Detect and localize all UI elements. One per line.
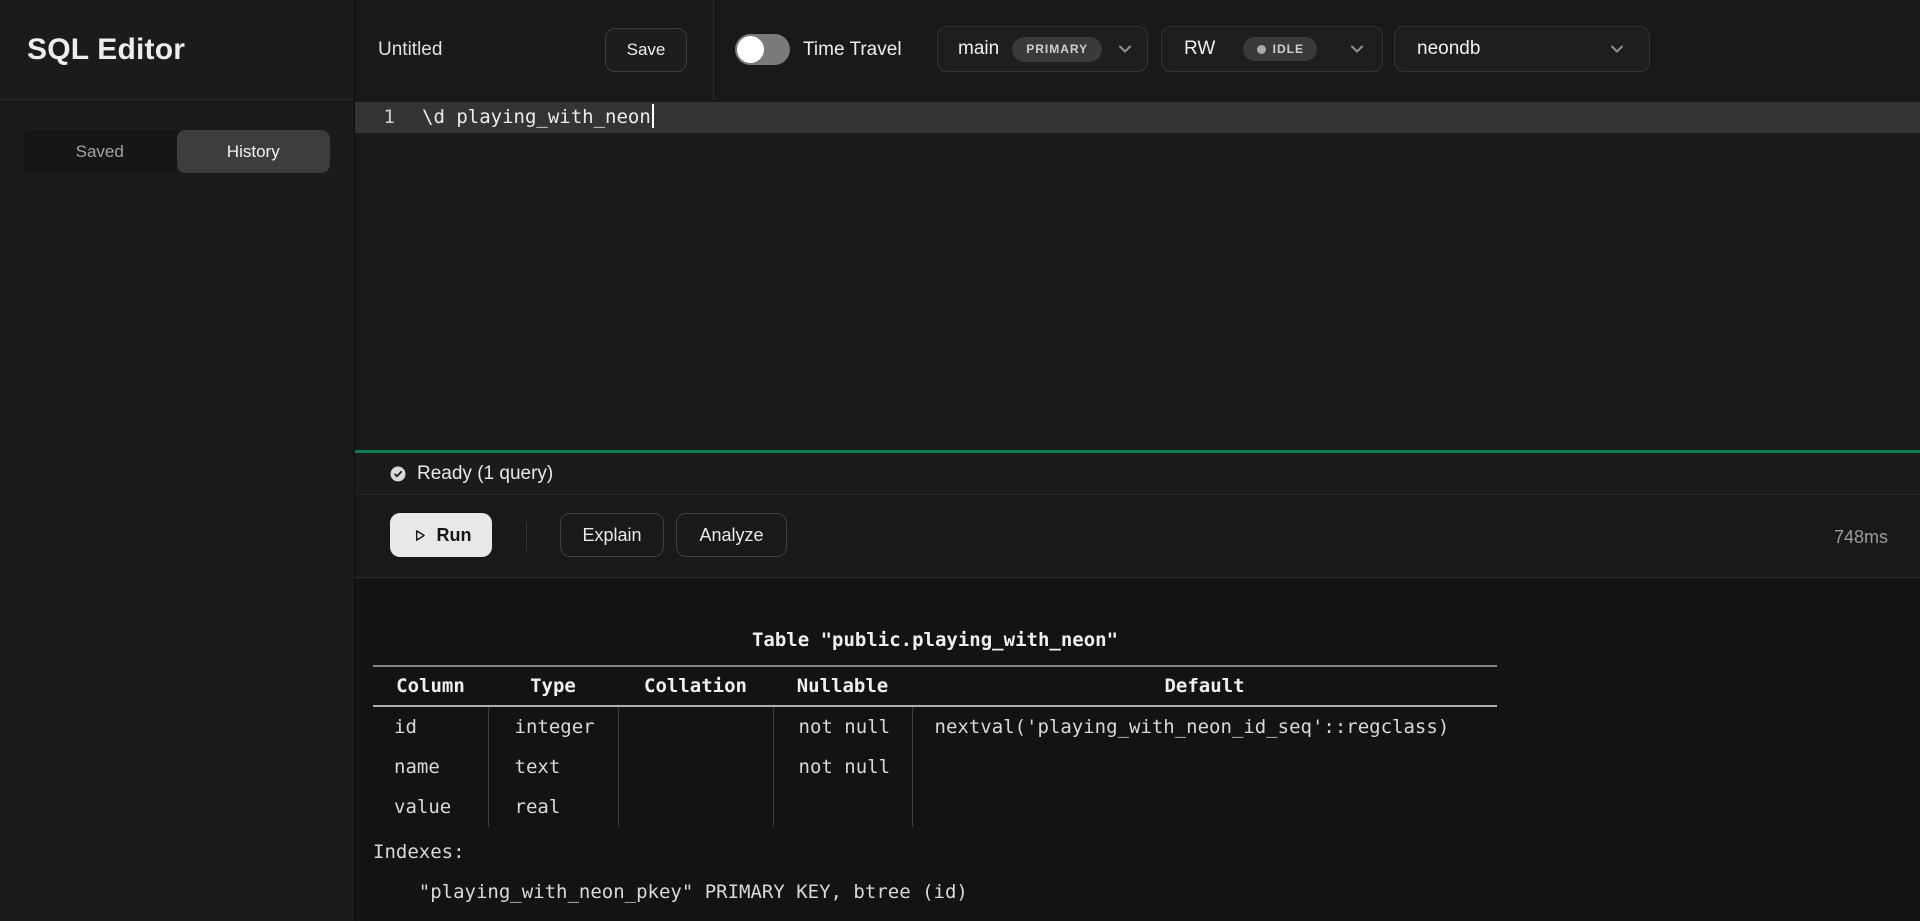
results-body: idinteger not nullnextval('playing_with_n… [373, 706, 1497, 827]
code-editor[interactable]: 1 \d playing_with_neon [355, 100, 1920, 450]
actions-toolbar: Run Explain Analyze 748ms [355, 496, 1920, 578]
text-cursor [652, 104, 654, 128]
run-label: Run [437, 525, 472, 546]
sidebar-header: SQL Editor [0, 0, 354, 100]
results-cell: not null [773, 706, 912, 747]
editor-topbar: Untitled Save Time Travel main PRIMARY R… [355, 0, 1920, 100]
compute-status-text: IDLE [1273, 42, 1304, 56]
results-cell [618, 706, 773, 747]
results-column-header: Type [488, 666, 618, 706]
analyze-button[interactable]: Analyze [676, 513, 787, 557]
compute-select[interactable]: RW IDLE [1161, 26, 1383, 72]
saved-history-tab-group: Saved History [23, 130, 330, 173]
database-name: neondb [1417, 38, 1480, 60]
play-icon [411, 527, 428, 544]
results-column-header: Column [373, 666, 488, 706]
toggle-knob-icon [737, 36, 764, 63]
primary-badge: PRIMARY [1012, 37, 1102, 62]
results-column-header: Collation [618, 666, 773, 706]
branch-select[interactable]: main PRIMARY [937, 26, 1148, 72]
results-cell [912, 747, 1497, 787]
chevron-down-icon [1115, 39, 1135, 64]
table-row: idinteger not nullnextval('playing_with_n… [373, 706, 1497, 747]
results-cell [773, 787, 912, 827]
query-title[interactable]: Untitled [378, 0, 442, 100]
results-cell: integer [488, 706, 618, 747]
run-button[interactable]: Run [390, 513, 492, 557]
results-cell: not null [773, 747, 912, 787]
branch-name: main [958, 38, 999, 60]
results-output: Table "public.playing_with_neon" ColumnT… [373, 579, 1497, 912]
table-row: nametext not null [373, 747, 1497, 787]
results-column-header: Nullable [773, 666, 912, 706]
page-title: SQL Editor [27, 33, 185, 67]
topbar-divider [713, 0, 714, 100]
line-number: 1 [355, 102, 395, 133]
results-header-row: ColumnTypeCollationNullableDefault [373, 666, 1497, 706]
results-column-header: Default [912, 666, 1497, 706]
query-duration: 748ms [1834, 496, 1888, 578]
results-footer: Indexes: "playing_with_neon_pkey" PRIMAR… [373, 832, 1497, 912]
compute-status-badge: IDLE [1243, 37, 1317, 61]
explain-button[interactable]: Explain [560, 513, 664, 557]
results-table: ColumnTypeCollationNullableDefault idint… [373, 665, 1497, 827]
actions-divider [526, 522, 527, 551]
sidebar: SQL Editor Saved History [0, 0, 355, 921]
chevron-down-icon [1347, 39, 1367, 64]
results-cell [618, 787, 773, 827]
time-travel-toggle[interactable] [735, 34, 790, 65]
table-row: valuereal [373, 787, 1497, 827]
results-cell [912, 787, 1497, 827]
save-button[interactable]: Save [605, 28, 687, 72]
results-footer-line: Indexes: [373, 832, 1497, 872]
status-bar: Ready (1 query) [355, 453, 1920, 495]
time-travel-label: Time Travel [803, 0, 902, 100]
status-dot-icon [1257, 45, 1266, 54]
sql-editor-app: SQL Editor Saved History Untitled Save T… [0, 0, 1920, 921]
database-select[interactable]: neondb [1394, 26, 1650, 72]
results-table-title: Table "public.playing_with_neon" [373, 620, 1497, 660]
results-footer-line: "playing_with_neon_pkey" PRIMARY KEY, bt… [373, 872, 1497, 912]
chevron-down-icon [1607, 39, 1627, 64]
results-cell: text [488, 747, 618, 787]
results-cell: nextval('playing_with_neon_id_seq'::regc… [912, 706, 1497, 747]
results-cell: name [373, 747, 488, 787]
editor-pane: Untitled Save Time Travel main PRIMARY R… [355, 0, 1920, 921]
results-cell [618, 747, 773, 787]
code-line[interactable]: \d playing_with_neon [422, 102, 654, 133]
tab-history[interactable]: History [177, 130, 331, 173]
ready-check-icon [389, 465, 407, 483]
status-message: Ready (1 query) [417, 463, 553, 485]
results-cell: value [373, 787, 488, 827]
tab-saved[interactable]: Saved [23, 130, 177, 173]
results-panel: Table "public.playing_with_neon" ColumnT… [355, 579, 1920, 921]
compute-mode: RW [1184, 38, 1215, 60]
results-cell: real [488, 787, 618, 827]
code-text: \d playing_with_neon [422, 106, 651, 128]
results-cell: id [373, 706, 488, 747]
